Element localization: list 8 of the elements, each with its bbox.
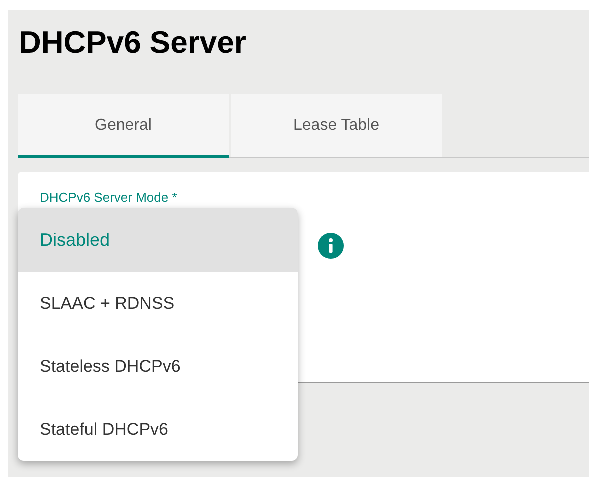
tab[interactable]: Lease Table <box>231 94 442 157</box>
tab[interactable]: General <box>18 94 229 158</box>
menu-item[interactable]: SLAAC + RDNSS <box>18 272 298 335</box>
menu-item[interactable]: Stateless DHCPv6 <box>18 335 298 398</box>
info-icon <box>318 233 344 259</box>
page-title: DHCPv6 Server <box>19 24 246 62</box>
menu-item[interactable]: Stateful DHCPv6 <box>18 398 298 461</box>
field-label: DHCPv6 Server Mode * <box>40 190 178 206</box>
